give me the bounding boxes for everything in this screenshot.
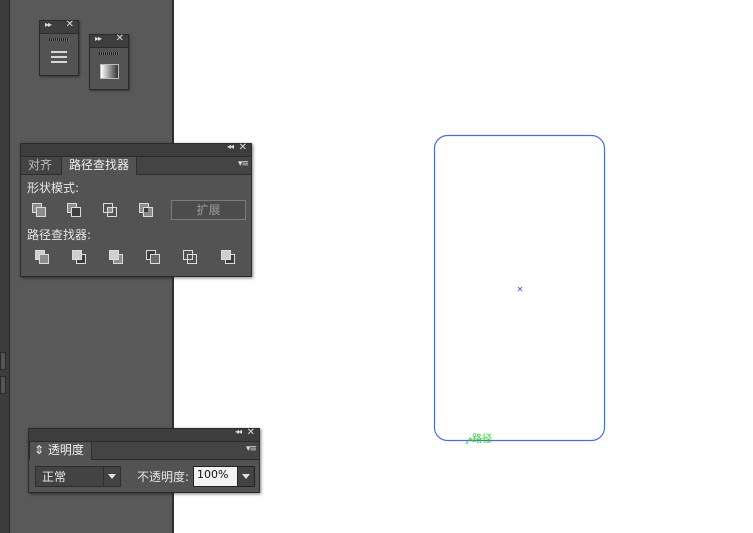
artwork-layer xyxy=(433,134,606,445)
center-point-icon xyxy=(517,286,523,292)
expand-icon[interactable]: ▸▸ xyxy=(95,34,102,43)
smart-guide-label: 路径 xyxy=(472,434,492,445)
intersect-icon[interactable] xyxy=(103,203,119,217)
pathfinders-label: 路径查找器: xyxy=(27,228,92,242)
blend-mode-value: 正常 xyxy=(42,470,67,484)
divide-icon[interactable] xyxy=(35,250,51,264)
gradient-icon[interactable] xyxy=(100,64,119,79)
close-icon[interactable]: ✕ xyxy=(116,33,124,44)
toolbar-handle[interactable] xyxy=(0,376,6,394)
grip-icon[interactable] xyxy=(99,52,119,55)
merge-icon[interactable] xyxy=(109,250,125,264)
blend-mode-select[interactable]: 正常 xyxy=(35,466,121,487)
unite-icon[interactable] xyxy=(32,203,48,217)
expand-icon[interactable]: ▸▸ xyxy=(45,20,52,29)
minus-front-icon[interactable] xyxy=(67,203,83,217)
toolbar-handle[interactable] xyxy=(0,352,6,370)
mini-panel-header[interactable]: ▸▸ ✕ xyxy=(90,33,128,48)
mini-panel-header[interactable]: ▸▸ ✕ xyxy=(40,19,78,34)
exclude-icon[interactable] xyxy=(139,203,155,217)
tab-options-icon[interactable]: ⇕ xyxy=(34,443,44,457)
hamburger-icon[interactable] xyxy=(51,51,67,63)
tab-align[interactable]: 对齐 xyxy=(21,157,59,174)
gradient-panel-collapsed[interactable]: ▸▸ ✕ xyxy=(89,33,129,90)
stroke-panel-collapsed[interactable]: ▸▸ ✕ xyxy=(39,19,79,76)
chevron-down-icon[interactable] xyxy=(103,467,120,486)
trim-icon[interactable] xyxy=(72,250,88,264)
shape-modes-label: 形状模式: xyxy=(27,181,80,195)
tab-pathfinder[interactable]: 路径查找器 xyxy=(61,157,138,175)
tab-transparency-label: 透明度 xyxy=(47,443,84,457)
crop-icon[interactable] xyxy=(146,250,162,264)
grip-icon[interactable] xyxy=(49,38,69,41)
close-icon[interactable]: ✕ xyxy=(66,19,74,30)
tab-transparency[interactable]: ⇕ 透明度 xyxy=(29,442,92,460)
left-toolbar-edge xyxy=(0,0,10,533)
